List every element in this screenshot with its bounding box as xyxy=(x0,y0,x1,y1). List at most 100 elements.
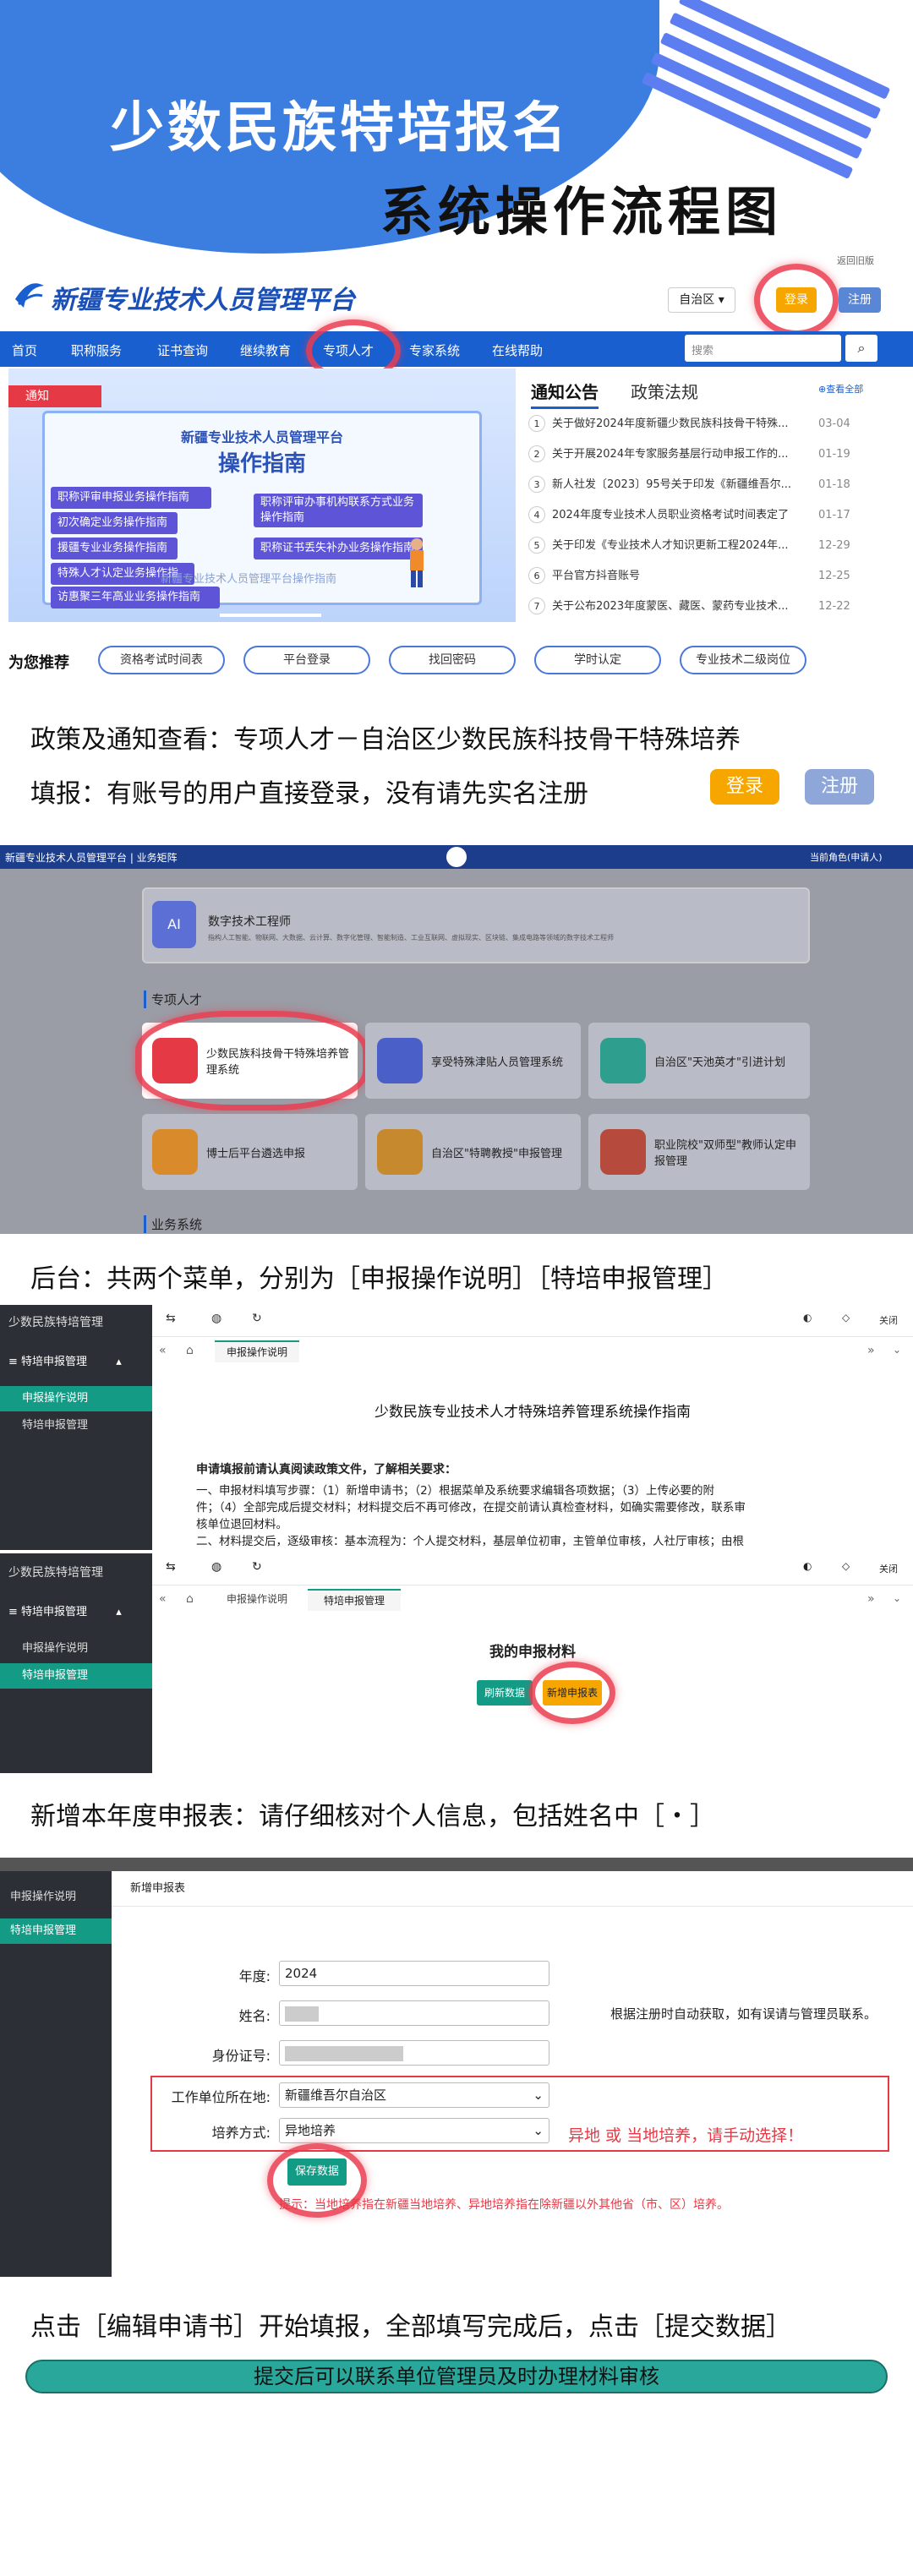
section-business: 业务系统 xyxy=(144,1215,202,1233)
menu-toggle-icon[interactable]: ⇆ xyxy=(166,1560,176,1574)
notice-date: 01-18 xyxy=(818,478,850,491)
admin-brand: 少数民族特培管理 xyxy=(8,1316,103,1329)
id-field[interactable] xyxy=(279,2040,549,2066)
menu-toggle-icon[interactable]: ⇆ xyxy=(166,1312,176,1325)
form-panel xyxy=(112,1871,913,2277)
tile-label: 博士后平台遴选申报 xyxy=(206,1148,306,1160)
guide-title: 操作指南 xyxy=(217,451,306,477)
doc-line: 件；（4）全部完成后提交材料；材料提交后不再可修改，在提交前请认真检查材料，如确… xyxy=(196,1501,746,1514)
user-role[interactable]: 当前角色(申请人) xyxy=(810,850,883,864)
notice-date: 01-17 xyxy=(818,509,850,521)
mode-select[interactable]: 异地培养 ⌄ xyxy=(279,2118,549,2143)
search-input[interactable]: 搜索 xyxy=(685,335,841,362)
search-icon[interactable]: ⌕ xyxy=(845,335,877,362)
section-special-talent: 专项人才 xyxy=(144,991,202,1008)
sidebar-item-guide[interactable]: 申报操作说明 xyxy=(0,1636,152,1662)
region-select[interactable]: 自治区 ▾ xyxy=(668,287,735,313)
notice-row[interactable]: 6 平台官方抖音账号 xyxy=(528,566,640,584)
professor-icon xyxy=(377,1129,423,1175)
nav-certificate[interactable]: 证书查询 xyxy=(157,341,208,359)
tab-guide[interactable]: 申报操作说明 xyxy=(215,1589,299,1611)
home-icon[interactable]: ⌂ xyxy=(186,1344,194,1357)
recommend-pill[interactable]: 平台登录 xyxy=(243,646,370,674)
theme-icon[interactable]: ◐ xyxy=(803,1560,812,1572)
refresh-button[interactable]: 刷新数据 xyxy=(477,1680,533,1706)
tab-manage[interactable]: 特培申报管理 xyxy=(308,1589,401,1611)
tag-icon[interactable]: ◇ xyxy=(842,1560,850,1572)
menu-group[interactable]: ≡ 特培申报管理 ▴ xyxy=(8,1352,122,1368)
doc-heading: 申请填报前请认真阅读政策文件，了解相关要求： xyxy=(196,1463,456,1476)
guide-tile[interactable]: 职称证书丢失补办业务操作指南 xyxy=(254,538,423,559)
tab-guide[interactable]: 申报操作说明 xyxy=(215,1340,299,1362)
tabs-next-icon[interactable]: » xyxy=(867,1344,875,1357)
nav-education[interactable]: 继续教育 xyxy=(240,341,291,359)
notice-row[interactable]: 5 关于印发《专业技术人才知识更新工程2024年... xyxy=(528,536,788,554)
year-label: 年度: xyxy=(238,1968,271,1984)
caption-login-badge: 登录 xyxy=(710,769,779,805)
caption-new-form: 新增本年度申报表：请仔细核对个人信息，包括姓名中［・］ xyxy=(30,1802,715,1831)
tab-policies[interactable]: 政策法规 xyxy=(631,379,698,403)
view-all-link[interactable]: ⊕查看全部 xyxy=(818,382,863,396)
hero-banner: 少数民族特培报名 系统操作流程图 xyxy=(0,0,913,254)
register-button[interactable]: 注册 xyxy=(839,287,881,313)
nav-title-service[interactable]: 职称服务 xyxy=(71,341,122,359)
ai-icon: AI xyxy=(152,901,196,948)
highlight-circle-login xyxy=(754,264,839,336)
notice-row[interactable]: 4 2024年度专业技术人员职业资格考试时间表定了 xyxy=(528,505,789,523)
notice-row[interactable]: 3 新人社发〔2023〕95号关于印发《新疆维吾尔... xyxy=(528,475,791,493)
tabs-prev-icon[interactable]: « xyxy=(159,1344,167,1357)
old-version-link[interactable]: 返回旧版 xyxy=(837,254,874,267)
doc-line: 核单位退回材料。 xyxy=(196,1518,287,1531)
sidebar-item-manage[interactable]: 特培申报管理 xyxy=(0,1413,152,1438)
tag-icon[interactable]: ◇ xyxy=(842,1312,850,1323)
globe-icon[interactable]: ◍ xyxy=(211,1560,221,1574)
highlight-circle-tile xyxy=(135,1011,369,1111)
home-icon[interactable]: ⌂ xyxy=(186,1592,194,1606)
nav-expert[interactable]: 专家系统 xyxy=(409,341,460,359)
sidebar-item-manage[interactable]: 特培申报管理 xyxy=(0,1918,112,1944)
guide-tile[interactable]: 访惠聚三年高业业务操作指南 xyxy=(51,587,220,609)
name-field[interactable] xyxy=(279,2000,549,2026)
sidebar-item-manage[interactable]: 特培申报管理 xyxy=(0,1663,152,1689)
recommend-pill[interactable]: 找回密码 xyxy=(389,646,516,674)
close-menu[interactable]: 关闭 xyxy=(879,1562,898,1575)
guide-tile[interactable]: 职称评审办事机构联系方式业务操作指南 xyxy=(254,494,423,527)
tabs-next-icon[interactable]: » xyxy=(867,1592,875,1606)
plus-icon: ⊕ xyxy=(818,384,827,395)
tab-notices[interactable]: 通知公告 xyxy=(531,379,599,409)
choose-note: 异地 或 当地培养，请手动选择！ xyxy=(568,2126,804,2145)
platform-logo-icon xyxy=(446,847,467,867)
nav-help[interactable]: 在线帮助 xyxy=(492,341,543,359)
guide-tile[interactable]: 职称评审申报业务操作指南 xyxy=(51,487,211,509)
sidebar-item-guide[interactable]: 申报操作说明 xyxy=(0,1885,112,1910)
refresh-icon[interactable]: ↻ xyxy=(252,1560,262,1574)
admin-brand: 少数民族特培管理 xyxy=(8,1566,103,1580)
carousel-dots[interactable] xyxy=(220,614,321,617)
notice-row[interactable]: 1 关于做好2024年度新疆少数民族科技骨干特殊... xyxy=(528,414,788,432)
tabs-prev-icon[interactable]: « xyxy=(159,1592,167,1606)
sidebar-item-guide[interactable]: 申报操作说明 xyxy=(0,1386,152,1411)
guide-banner[interactable]: 通知 新疆专业技术人员管理平台 操作指南 职称评审申报业务操作指南 初次确定业务… xyxy=(8,368,516,622)
notice-row[interactable]: 7 关于公布2023年度蒙医、藏医、蒙药专业技术... xyxy=(528,597,788,614)
recommend-pill[interactable]: 专业技术二级岗位 xyxy=(680,646,806,674)
notice-row[interactable]: 2 关于开展2024年专家服务基层行动申报工作的... xyxy=(528,445,788,462)
medal-icon xyxy=(600,1129,646,1175)
theme-icon[interactable]: ◐ xyxy=(803,1312,812,1323)
caption-menus: 后台：共两个菜单，分别为［申报操作说明］［特培申报管理］ xyxy=(30,1264,728,1294)
chevron-down-icon[interactable]: ⌄ xyxy=(893,1344,901,1356)
menu-group[interactable]: ≡ 特培申报管理 ▴ xyxy=(8,1602,122,1618)
caption-policy: 政策及通知查看：专项人才－自治区少数民族科技骨干特殊培养 xyxy=(30,725,741,755)
guide-tile[interactable]: 初次确定业务操作指南 xyxy=(51,512,178,534)
notice-date: 03-04 xyxy=(818,418,850,430)
recommend-pill[interactable]: 资格考试时间表 xyxy=(98,646,225,674)
close-menu[interactable]: 关闭 xyxy=(879,1313,898,1327)
unit-select[interactable]: 新疆维吾尔自治区 ⌄ xyxy=(279,2082,549,2108)
nav-home[interactable]: 首页 xyxy=(12,341,37,359)
blurred-id xyxy=(285,2045,403,2061)
globe-icon[interactable]: ◍ xyxy=(211,1312,221,1325)
refresh-icon[interactable]: ↻ xyxy=(252,1312,262,1325)
guide-tile[interactable]: 援疆专业业务操作指南 xyxy=(51,538,178,559)
recommend-pill[interactable]: 学时认定 xyxy=(534,646,661,674)
chevron-down-icon[interactable]: ⌄ xyxy=(893,1592,901,1604)
year-field[interactable]: 2024 xyxy=(279,1961,549,1986)
